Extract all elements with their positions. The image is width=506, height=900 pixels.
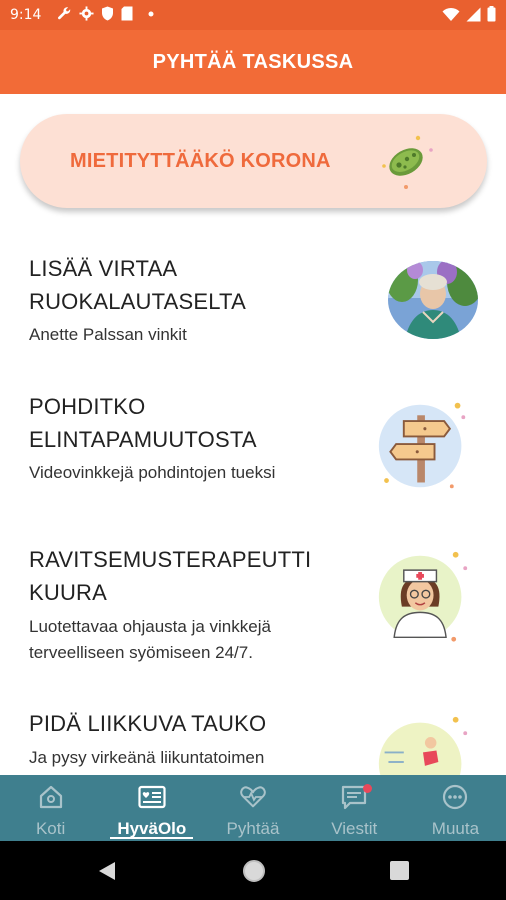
status-right-icons bbox=[442, 6, 496, 22]
dot-icon bbox=[148, 11, 154, 16]
tab-label: Muuta bbox=[431, 819, 480, 838]
status-bar: 9:14 bbox=[0, 0, 506, 30]
heart-pulse-icon bbox=[240, 786, 266, 808]
nurse-icon bbox=[378, 551, 468, 642]
tab-muuta[interactable]: Muuta bbox=[405, 775, 506, 841]
system-nav-bar bbox=[0, 841, 506, 900]
tab-pyhtaa[interactable]: Pyhtää bbox=[202, 775, 303, 841]
home-icon bbox=[39, 785, 62, 809]
portrait-photo bbox=[388, 261, 478, 339]
signpost-icon bbox=[378, 402, 466, 489]
item-subtitle: Anette Palssan vinkit bbox=[29, 325, 187, 344]
item-subtitle-line2: terveelliseen syömiseen 24/7. bbox=[29, 643, 253, 662]
list-item[interactable]: RAVITSEMUSTERAPEUTTI KUURA Luotettavaa o… bbox=[0, 539, 506, 679]
runner-icon bbox=[378, 716, 468, 775]
content-list[interactable]: MIETITYTTÄÄKÖ KORONA LISÄÄ VIRTAA RUOKAL… bbox=[0, 94, 506, 775]
home-button[interactable] bbox=[243, 860, 265, 882]
bottom-nav: Koti HyväOlo Pyhtää Viestit Muuta bbox=[0, 775, 506, 841]
item-title-line1: POHDITKO bbox=[29, 394, 146, 419]
tab-label: Pyhtää bbox=[226, 819, 280, 838]
list-item[interactable]: PIDÄ LIIKKUVA TAUKO Ja pysy virkeänä lii… bbox=[0, 704, 506, 775]
app-bar: PYHTÄÄ TASKUSSA bbox=[0, 30, 506, 94]
item-title-line2: ELINTAPAMUUTOSTA bbox=[29, 427, 257, 452]
item-title-line2: RUOKALAUTASELTA bbox=[29, 289, 246, 314]
app-title: PYHTÄÄ TASKUSSA bbox=[152, 50, 354, 73]
wifi-icon bbox=[442, 7, 460, 21]
item-subtitle-line1: Luotettavaa ohjausta ja vinkkejä bbox=[29, 617, 271, 636]
signal-icon bbox=[466, 7, 481, 21]
virus-icon bbox=[382, 135, 433, 189]
item-title-line1: LISÄÄ VIRTAA bbox=[29, 256, 178, 281]
tab-label: HyväOlo bbox=[117, 819, 187, 838]
list-item[interactable]: LISÄÄ VIRTAA RUOKALAUTASELTA Anette Pals… bbox=[0, 244, 506, 354]
tab-hyvaolo[interactable]: HyväOlo bbox=[101, 775, 202, 841]
item-title-line2: KUURA bbox=[29, 580, 108, 605]
status-left-icons bbox=[57, 6, 154, 21]
corona-card-button[interactable]: MIETITYTTÄÄKÖ KORONA bbox=[20, 114, 487, 208]
item-title-line1: RAVITSEMUSTERAPEUTTI bbox=[29, 547, 312, 572]
sd-card-icon bbox=[121, 6, 133, 21]
item-subtitle: Ja pysy virkeänä liikuntatoimen bbox=[29, 748, 265, 767]
tab-koti[interactable]: Koti bbox=[0, 775, 101, 841]
recent-apps-button[interactable] bbox=[390, 861, 409, 880]
tab-viestit[interactable]: Viestit bbox=[304, 775, 405, 841]
corona-card-label: MIETITYTTÄÄKÖ KORONA bbox=[70, 150, 331, 172]
more-icon bbox=[443, 784, 468, 810]
tab-label: Koti bbox=[35, 819, 66, 838]
item-subtitle: Videovinkkejä pohdintojen tueksi bbox=[29, 463, 276, 482]
wellbeing-card-icon bbox=[138, 785, 166, 809]
active-tab-indicator bbox=[110, 837, 194, 839]
back-icon[interactable] bbox=[97, 860, 117, 882]
shield-icon bbox=[102, 6, 113, 21]
status-time: 9:14 bbox=[10, 7, 42, 23]
battery-icon bbox=[487, 6, 496, 22]
message-badge bbox=[362, 784, 372, 793]
item-title-line1: PIDÄ LIIKKUVA TAUKO bbox=[29, 711, 267, 736]
list-item[interactable]: POHDITKO ELINTAPAMUUTOSTA Videovinkkejä … bbox=[0, 384, 506, 514]
tab-label: Viestit bbox=[331, 819, 378, 838]
gear-icon bbox=[79, 6, 94, 21]
wrench-icon bbox=[58, 7, 71, 20]
